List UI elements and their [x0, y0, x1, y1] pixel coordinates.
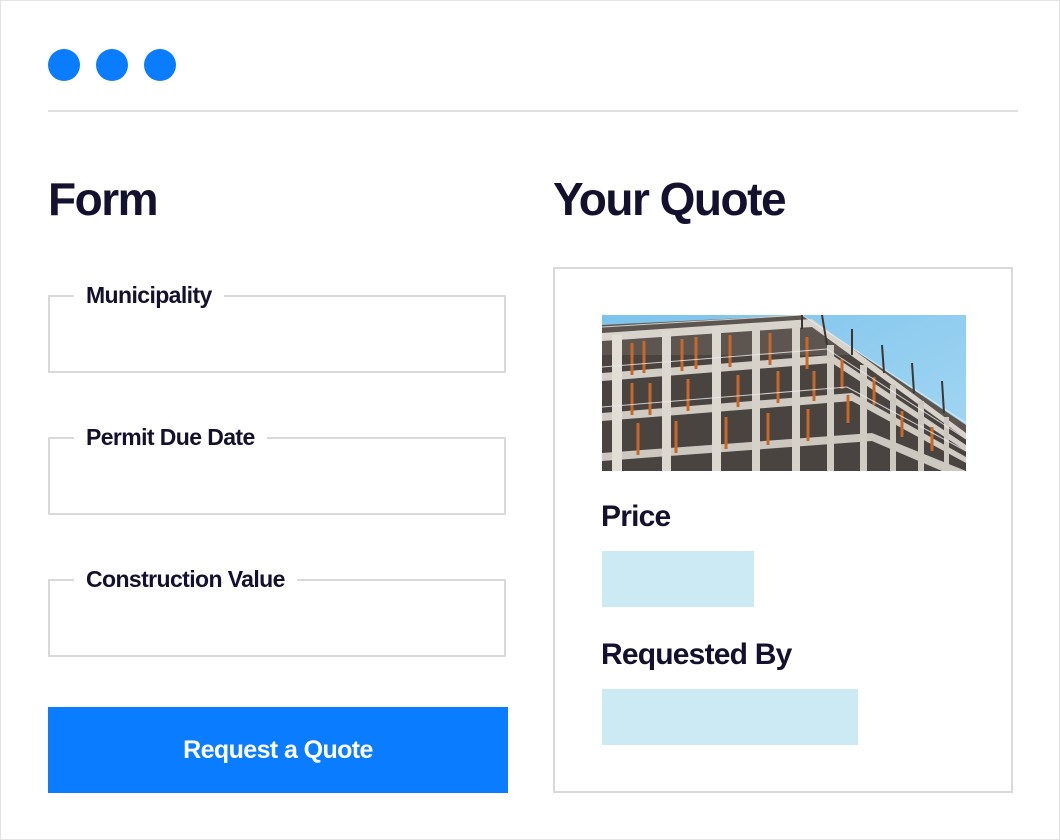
permit-due-date-label: Permit Due Date: [74, 422, 267, 452]
form-title: Form: [48, 173, 159, 225]
quote-card: Price Requested By: [553, 267, 1013, 793]
window-dot-icon: [96, 49, 128, 81]
price-label: Price: [601, 500, 671, 533]
browser-window: Form Your Quote Municipality Permit Due …: [0, 0, 1060, 840]
window-dot-icon: [48, 49, 80, 81]
window-dot-icon: [144, 49, 176, 81]
municipality-label: Municipality: [74, 280, 224, 310]
construction-value-input[interactable]: [64, 603, 490, 641]
requested-by-value: [602, 689, 858, 745]
quote-title: Your Quote: [553, 173, 787, 225]
municipality-input[interactable]: [64, 319, 490, 357]
header-divider: [48, 110, 1018, 112]
permit-due-date-field: Permit Due Date: [48, 422, 506, 515]
construction-site-photo: [602, 315, 966, 471]
requested-by-label: Requested By: [601, 638, 792, 671]
municipality-field: Municipality: [48, 280, 506, 373]
construction-value-label: Construction Value: [74, 564, 297, 594]
price-value: [602, 551, 754, 607]
request-quote-button[interactable]: Request a Quote: [48, 707, 508, 793]
permit-due-date-input[interactable]: [64, 461, 490, 499]
construction-value-field: Construction Value: [48, 564, 506, 657]
